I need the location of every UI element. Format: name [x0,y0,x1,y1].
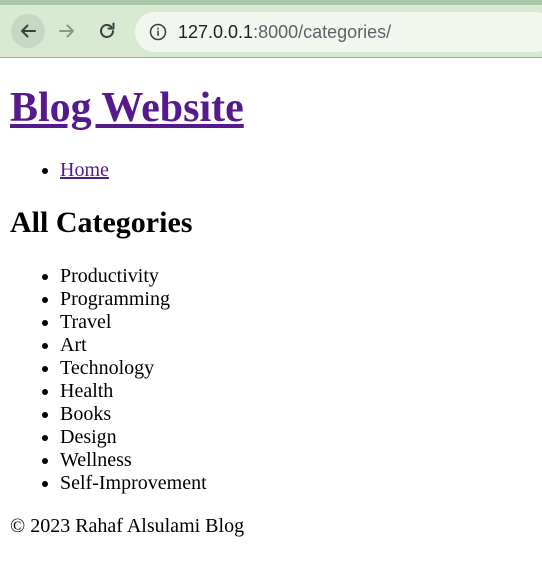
page-title: All Categories [10,206,193,239]
category-item: Self-Improvement [60,472,207,495]
category-item: Books [60,403,207,426]
site-title: Blog Website [10,84,244,132]
nav-item-home: Home [60,158,109,182]
category-item: Productivity [60,265,207,288]
home-link[interactable]: Home [60,159,109,181]
tab-strip-edge [0,0,542,5]
category-list: Productivity Programming Travel Art Tech… [10,265,207,495]
url-host: 127.0.0.1 [178,22,254,42]
category-item: Programming [60,288,207,311]
category-item: Travel [60,311,207,334]
category-item: Design [60,426,207,449]
browser-toolbar: 127.0.0.1:8000/categories/ [0,0,542,58]
info-icon[interactable] [149,23,167,41]
url-path: :8000/categories/ [253,22,392,42]
forward-button[interactable] [50,14,84,48]
reload-icon [100,22,115,38]
reload-button[interactable] [90,14,124,48]
category-item: Health [60,380,207,403]
footer-text: © 2023 Rahaf Alsulami Blog [10,515,245,537]
category-item: Wellness [60,449,207,472]
address-bar[interactable]: 127.0.0.1:8000/categories/ [135,12,542,52]
url-text[interactable]: 127.0.0.1:8000/categories/ [178,21,391,43]
back-arrow-icon [21,24,36,38]
category-item: Technology [60,357,207,380]
category-item: Art [60,334,207,357]
site-title-link[interactable]: Blog Website [10,85,244,131]
forward-arrow-icon [59,24,74,38]
back-button[interactable] [11,14,45,48]
main-nav: Home [10,158,109,182]
